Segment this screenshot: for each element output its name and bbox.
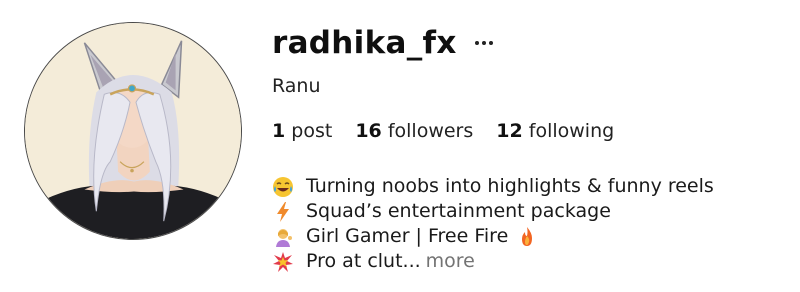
- followers-label: followers: [387, 120, 474, 142]
- following-count: 12: [496, 120, 523, 142]
- bio-line: Pro at clut... more: [272, 249, 790, 274]
- more-options-icon[interactable]: [473, 35, 495, 51]
- lightning-emoji-icon: [272, 201, 294, 223]
- bio-more-link[interactable]: more: [426, 249, 475, 274]
- profile-info: radhika_fx Ranu 1 post 16 followers 12 f…: [272, 18, 790, 274]
- avatar-illustration: [25, 23, 241, 239]
- posts-count: 1: [272, 120, 286, 142]
- profile-bio: Turning noobs into highlights & funny re…: [272, 174, 790, 274]
- bio-line: Turning noobs into highlights & funny re…: [272, 174, 790, 199]
- followers-stat[interactable]: 16 followers: [355, 120, 473, 142]
- fire-emoji-icon: [516, 226, 538, 248]
- posts-label: post: [291, 120, 333, 142]
- followers-count: 16: [355, 120, 382, 142]
- bio-text: Girl Gamer | Free Fire: [306, 225, 509, 247]
- tears-of-joy-emoji-icon: [272, 176, 294, 198]
- woman-tipping-hand-emoji-icon: [272, 226, 294, 248]
- profile-stats: 1 post 16 followers 12 following: [272, 120, 790, 142]
- bio-line: Squad’s entertainment package: [272, 199, 790, 224]
- bio-text: Pro at clut...: [306, 250, 421, 272]
- profile-avatar[interactable]: [24, 22, 242, 240]
- bio-text: Turning noobs into highlights & funny re…: [306, 175, 714, 197]
- following-stat[interactable]: 12 following: [496, 120, 614, 142]
- posts-stat[interactable]: 1 post: [272, 120, 332, 142]
- profile-username: radhika_fx: [272, 25, 457, 61]
- bio-text: Squad’s entertainment package: [306, 200, 611, 222]
- username-row: radhika_fx: [272, 18, 790, 68]
- collision-emoji-icon: [272, 251, 294, 273]
- profile-display-name: Ranu: [272, 75, 321, 97]
- bio-line: Girl Gamer | Free Fire: [272, 224, 790, 249]
- following-label: following: [528, 120, 615, 142]
